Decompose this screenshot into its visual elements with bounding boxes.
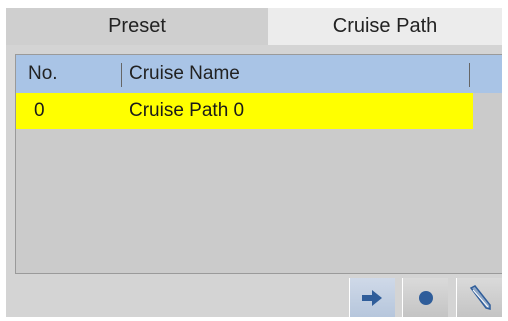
tab-bar: Preset Cruise Path — [6, 8, 502, 45]
arrow-right-icon — [362, 290, 382, 306]
row-number: 0 — [34, 100, 45, 121]
tab-preset[interactable]: Preset — [6, 8, 268, 45]
call-cruise-button[interactable] — [349, 278, 395, 317]
row-cruise-name: Cruise Path 0 — [129, 100, 245, 121]
column-divider[interactable] — [121, 63, 122, 87]
record-dot-icon — [419, 291, 433, 305]
column-divider[interactable] — [469, 63, 470, 87]
cruise-list[interactable]: No. Cruise Name 0 Cruise Path 0 — [15, 54, 502, 274]
column-header-cruise-name[interactable]: Cruise Name — [129, 55, 240, 93]
record-cruise-button[interactable] — [402, 278, 448, 317]
cruise-panel: Preset Cruise Path No. Cruise Name 0 Cru… — [6, 8, 502, 317]
edit-cruise-button[interactable] — [456, 278, 502, 317]
table-row[interactable]: 0 Cruise Path 0 — [16, 93, 473, 129]
list-header: No. Cruise Name — [16, 55, 502, 93]
pencil-icon — [469, 285, 491, 310]
tab-cruise-path[interactable]: Cruise Path — [268, 8, 502, 45]
column-header-no[interactable]: No. — [28, 55, 58, 93]
